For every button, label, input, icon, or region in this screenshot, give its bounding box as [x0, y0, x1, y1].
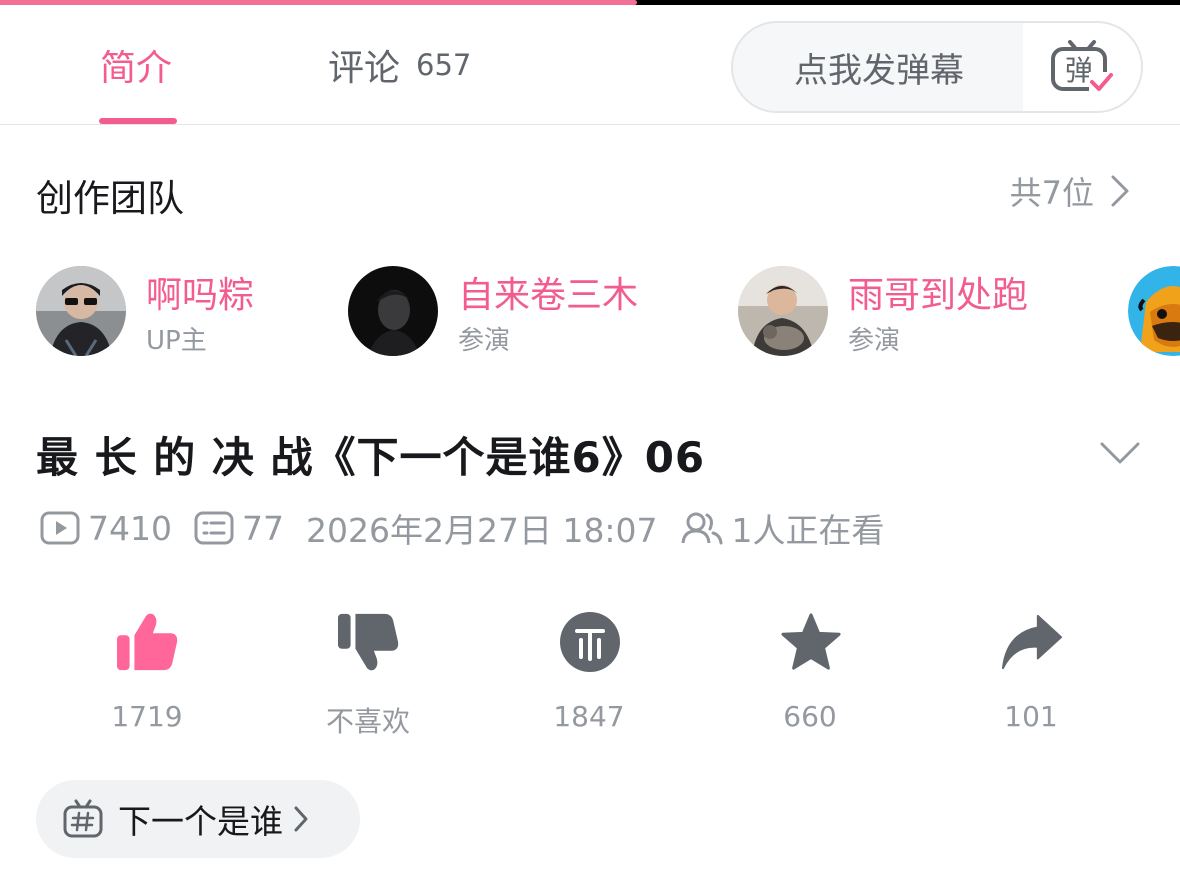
team-member-role: 参演 [458, 326, 511, 356]
team-member-name: 啊吗粽 [146, 275, 255, 316]
team-member[interactable]: 雨哥到处跑 参演 [738, 266, 1058, 356]
tab-comments[interactable]: 评论 657 [328, 5, 471, 125]
danmaku-bar: 点我发弹幕 弹 [731, 21, 1143, 113]
publish-time: 2026年2月27日 18:07 [305, 511, 658, 550]
thumbs-down-icon [338, 608, 400, 676]
team-member-role: 参演 [848, 326, 901, 356]
team-member[interactable]: 啊吗粽 UP主 [36, 266, 296, 356]
avatar [348, 266, 438, 356]
danmaku-count-value: 77 [241, 508, 284, 548]
play-count-icon [40, 511, 80, 545]
svg-text:弹: 弹 [1065, 54, 1093, 87]
topic-tag[interactable]: 下一个是谁 [36, 780, 360, 858]
tab-bar: 简介 评论 657 点我发弹幕 弹 [0, 5, 1180, 125]
video-stats-row: 7410 77 2026年2月27日 18:07 1人正在看 [40, 506, 907, 550]
view-count: 7410 [40, 509, 172, 548]
team-member[interactable] [1128, 266, 1180, 356]
hashtag-icon [63, 799, 103, 838]
favorite-count: 660 [783, 700, 837, 733]
team-member[interactable]: 自来卷三木 参演 [348, 266, 668, 356]
dislike-button[interactable]: 不喜欢 [298, 608, 438, 738]
people-icon [681, 512, 723, 545]
team-count-label: 共7位 [1009, 174, 1094, 212]
team-section-title: 创作团队 [36, 177, 184, 220]
team-member-role: UP主 [146, 326, 207, 356]
avatar [1128, 266, 1180, 356]
chevron-right-icon [294, 806, 308, 832]
view-count-value: 7410 [88, 508, 172, 548]
coin-button[interactable]: 1847 [519, 608, 659, 733]
danmaku-count: 77 [194, 509, 284, 548]
dislike-label: 不喜欢 [325, 705, 410, 738]
share-button[interactable]: 101 [961, 608, 1101, 733]
watching-count-value: 1人正在看 [731, 511, 885, 550]
tab-intro-label: 简介 [100, 48, 173, 89]
video-title: 最 长 的 决 战《下一个是谁6》06 [36, 433, 706, 482]
danmaku-count-icon [194, 511, 234, 545]
star-icon [780, 608, 842, 676]
chevron-down-icon [1100, 442, 1140, 464]
favorite-button[interactable]: 660 [740, 608, 880, 733]
expand-description-button[interactable] [1098, 434, 1142, 474]
team-member-name: 雨哥到处跑 [848, 275, 1029, 316]
danmaku-toggle-button[interactable]: 弹 [1023, 23, 1141, 111]
danmaku-input[interactable]: 点我发弹幕 [733, 23, 1025, 111]
danmaku-icon: 弹 [1051, 40, 1113, 94]
topic-label: 下一个是谁 [118, 802, 283, 841]
watching-count: 1人正在看 [680, 504, 885, 552]
tab-comments-label: 评论 [328, 48, 401, 89]
share-icon [1001, 608, 1063, 676]
tab-comments-count: 657 [416, 48, 472, 82]
chevron-right-icon [1111, 175, 1129, 207]
like-count: 1719 [111, 700, 183, 733]
tab-intro[interactable]: 简介 [100, 5, 172, 125]
team-count-link[interactable]: 共7位 [1010, 168, 1130, 214]
tab-active-indicator [99, 118, 177, 124]
coin-icon [559, 608, 621, 676]
like-button[interactable]: 1719 [77, 608, 217, 733]
team-member-name: 自来卷三木 [458, 275, 639, 316]
share-count: 101 [1004, 700, 1058, 733]
avatar [738, 266, 828, 356]
coin-count: 1847 [553, 700, 625, 733]
thumbs-up-icon [117, 608, 179, 676]
avatar [36, 266, 126, 356]
